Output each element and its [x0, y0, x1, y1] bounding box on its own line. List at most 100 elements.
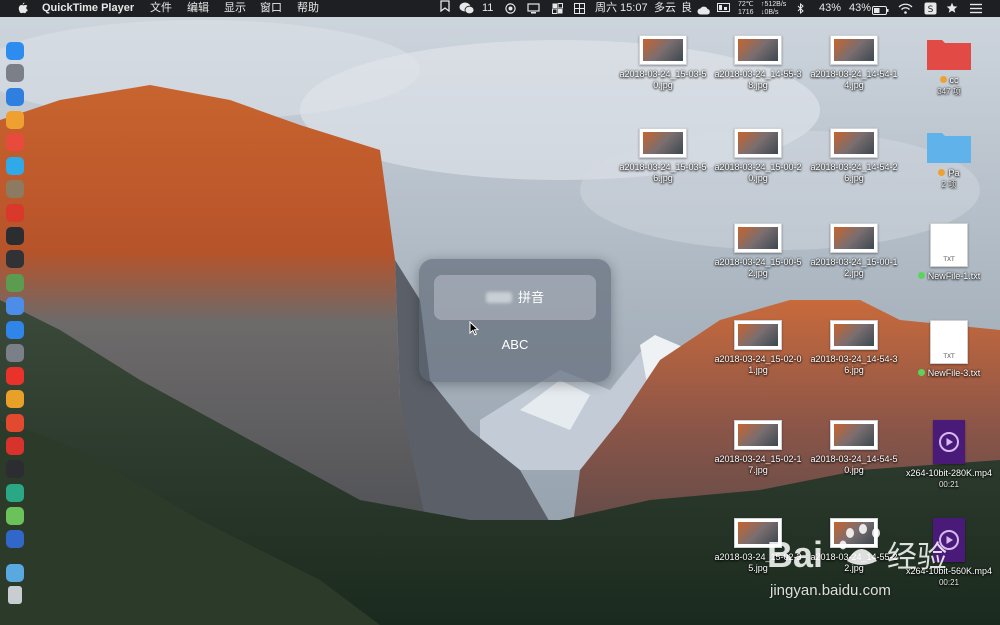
file-subtitle: 00:21	[938, 480, 960, 489]
folder-icon	[926, 128, 972, 164]
air-quality-text: 良	[681, 2, 692, 14]
wifi-icon[interactable]	[898, 3, 913, 20]
watermark-url: jingyan.baidu.com	[770, 582, 891, 599]
siri-icon[interactable]	[6, 297, 24, 315]
desktop-file-item[interactable]: a2018-03-24_15-00-12.jpg	[809, 223, 899, 279]
terminal-icon[interactable]	[6, 250, 24, 268]
desktop-file-item[interactable]: a2018-03-24_14-54-50.jpg	[809, 420, 899, 476]
dock	[2, 34, 28, 614]
desktop-file-item[interactable]: cc 347 项	[904, 35, 994, 97]
blurred-input-name	[485, 292, 512, 303]
launchpad-icon[interactable]	[6, 64, 24, 82]
sync-icon[interactable]	[6, 484, 24, 502]
app-name-menu[interactable]: QuickTime Player	[42, 0, 134, 17]
text-file-icon: TXT	[930, 223, 968, 267]
svg-text:S: S	[928, 5, 934, 15]
wechat-icon[interactable]	[6, 507, 24, 525]
favorites-star-icon[interactable]	[946, 2, 958, 19]
browser-icon[interactable]	[6, 530, 24, 548]
video-file-icon	[933, 420, 965, 464]
apple-menu-icon[interactable]	[16, 2, 28, 19]
sogou-input-icon[interactable]: S	[924, 2, 937, 19]
battery-percent-2: 43%	[849, 2, 872, 14]
image-thumbnail-icon	[830, 420, 878, 450]
input-source-abc-label: ABC	[501, 337, 529, 352]
menu-edit[interactable]: 编辑	[187, 0, 209, 17]
display-icon[interactable]	[527, 3, 540, 20]
desktop-file-item[interactable]: TXT NewFile-1.txt	[904, 223, 994, 282]
battery-icon[interactable]	[872, 4, 889, 21]
system-monitor-icon[interactable]	[717, 3, 730, 20]
file-name: a2018-03-24_15-03-50.jpg	[619, 69, 707, 90]
system-preferences-icon[interactable]	[6, 344, 24, 362]
grid-icon[interactable]	[574, 3, 585, 20]
desktop-file-item[interactable]: a2018-03-24_15-03-56.jpg	[618, 128, 708, 184]
photos-icon[interactable]	[6, 157, 24, 175]
desktop-file-item[interactable]: a2018-03-24_15-02-17.jpg	[713, 420, 803, 476]
image-thumbnail-icon	[830, 223, 878, 253]
net-up: ↑512B/s	[761, 1, 787, 8]
input-source-abc[interactable]: ABC	[434, 322, 596, 367]
desktop-file-item[interactable]: a2018-03-24_15-00-20.jpg	[713, 128, 803, 184]
calendar-icon[interactable]	[6, 133, 24, 151]
activity-monitor-icon[interactable]	[6, 227, 24, 245]
tag-dot	[917, 369, 925, 376]
finder-icon[interactable]	[6, 42, 24, 60]
wechat-status-icon[interactable]	[459, 2, 475, 19]
console-icon[interactable]	[6, 460, 24, 478]
bookmark-icon[interactable]	[440, 0, 450, 17]
desktop-file-item[interactable]: Pa 2 项	[904, 128, 994, 190]
menu-view[interactable]: 显示	[224, 0, 246, 17]
bluetooth-icon[interactable]	[797, 2, 805, 20]
record-icon[interactable]	[505, 3, 516, 20]
weibo-icon[interactable]	[6, 414, 24, 432]
desktop-file-item[interactable]: a2018-03-24_14-54-26.jpg	[809, 128, 899, 184]
cloud-icon	[697, 4, 711, 21]
text-file-icon: TXT	[930, 320, 968, 364]
battery-percent-1: 43%	[819, 2, 842, 14]
trash-icon[interactable]	[8, 586, 22, 604]
disk-icon[interactable]	[6, 180, 24, 198]
desktop-file-item[interactable]: a2018-03-24_15-03-50.jpg	[618, 35, 708, 91]
app-icon[interactable]	[6, 204, 24, 222]
input-source-pinyin-label: 拼音	[517, 290, 544, 305]
desktop-file-item[interactable]: a2018-03-24_14-55-38.jpg	[713, 35, 803, 91]
file-name: a2018-03-24_14-54-36.jpg	[810, 354, 898, 375]
desktop-file-item[interactable]: a2018-03-24_15-02-01.jpg	[713, 320, 803, 376]
image-thumbnail-icon	[734, 420, 782, 450]
image-thumbnail-icon	[734, 320, 782, 350]
desktop-file-item[interactable]: a2018-03-24_14-54-14.jpg	[809, 35, 899, 91]
mouse-cursor-icon	[469, 320, 480, 340]
downloads-folder-icon[interactable]	[6, 564, 24, 582]
chrome-icon[interactable]	[6, 390, 24, 408]
menu-help[interactable]: 帮助	[297, 0, 319, 17]
window-manager-icon[interactable]	[552, 3, 563, 20]
menu-window[interactable]: 窗口	[260, 0, 282, 17]
file-name: cc	[949, 75, 959, 85]
safari-icon[interactable]	[6, 88, 24, 106]
clock-datetime[interactable]: 周六 15:07	[595, 0, 648, 17]
preview-icon[interactable]	[6, 274, 24, 292]
desktop-file-item[interactable]: a2018-03-24_15-00-52.jpg	[713, 223, 803, 279]
app-store-icon[interactable]	[6, 321, 24, 339]
tag-dot	[939, 76, 947, 83]
cpu-stats: 72℃ 1716	[738, 1, 754, 18]
file-subtitle: 347 项	[937, 87, 961, 96]
net-down: ↓0B/s	[761, 9, 779, 16]
desktop-file-item[interactable]: a2018-03-24_14-54-36.jpg	[809, 320, 899, 376]
vivaldi-icon[interactable]	[6, 437, 24, 455]
fan-rpm: 1716	[738, 9, 754, 16]
desktop-file-item[interactable]: TXT NewFile-3.txt	[904, 320, 994, 379]
desktop-file-item[interactable]: x264-10bit-280K.mp4 00:21	[904, 420, 994, 490]
notification-center-icon[interactable]	[970, 3, 982, 20]
file-name: a2018-03-24_15-02-17.jpg	[714, 454, 802, 475]
image-thumbnail-icon	[734, 223, 782, 253]
weather-text[interactable]: 多云	[654, 0, 676, 17]
input-source-pinyin[interactable]: 拼音	[434, 275, 596, 320]
file-name: a2018-03-24_15-00-52.jpg	[714, 257, 802, 278]
yandex-icon[interactable]	[6, 367, 24, 385]
menu-file[interactable]: 文件	[150, 0, 172, 17]
image-thumbnail-icon	[734, 128, 782, 158]
contacts-icon[interactable]	[6, 111, 24, 129]
file-name: NewFile-3.txt	[927, 368, 981, 378]
